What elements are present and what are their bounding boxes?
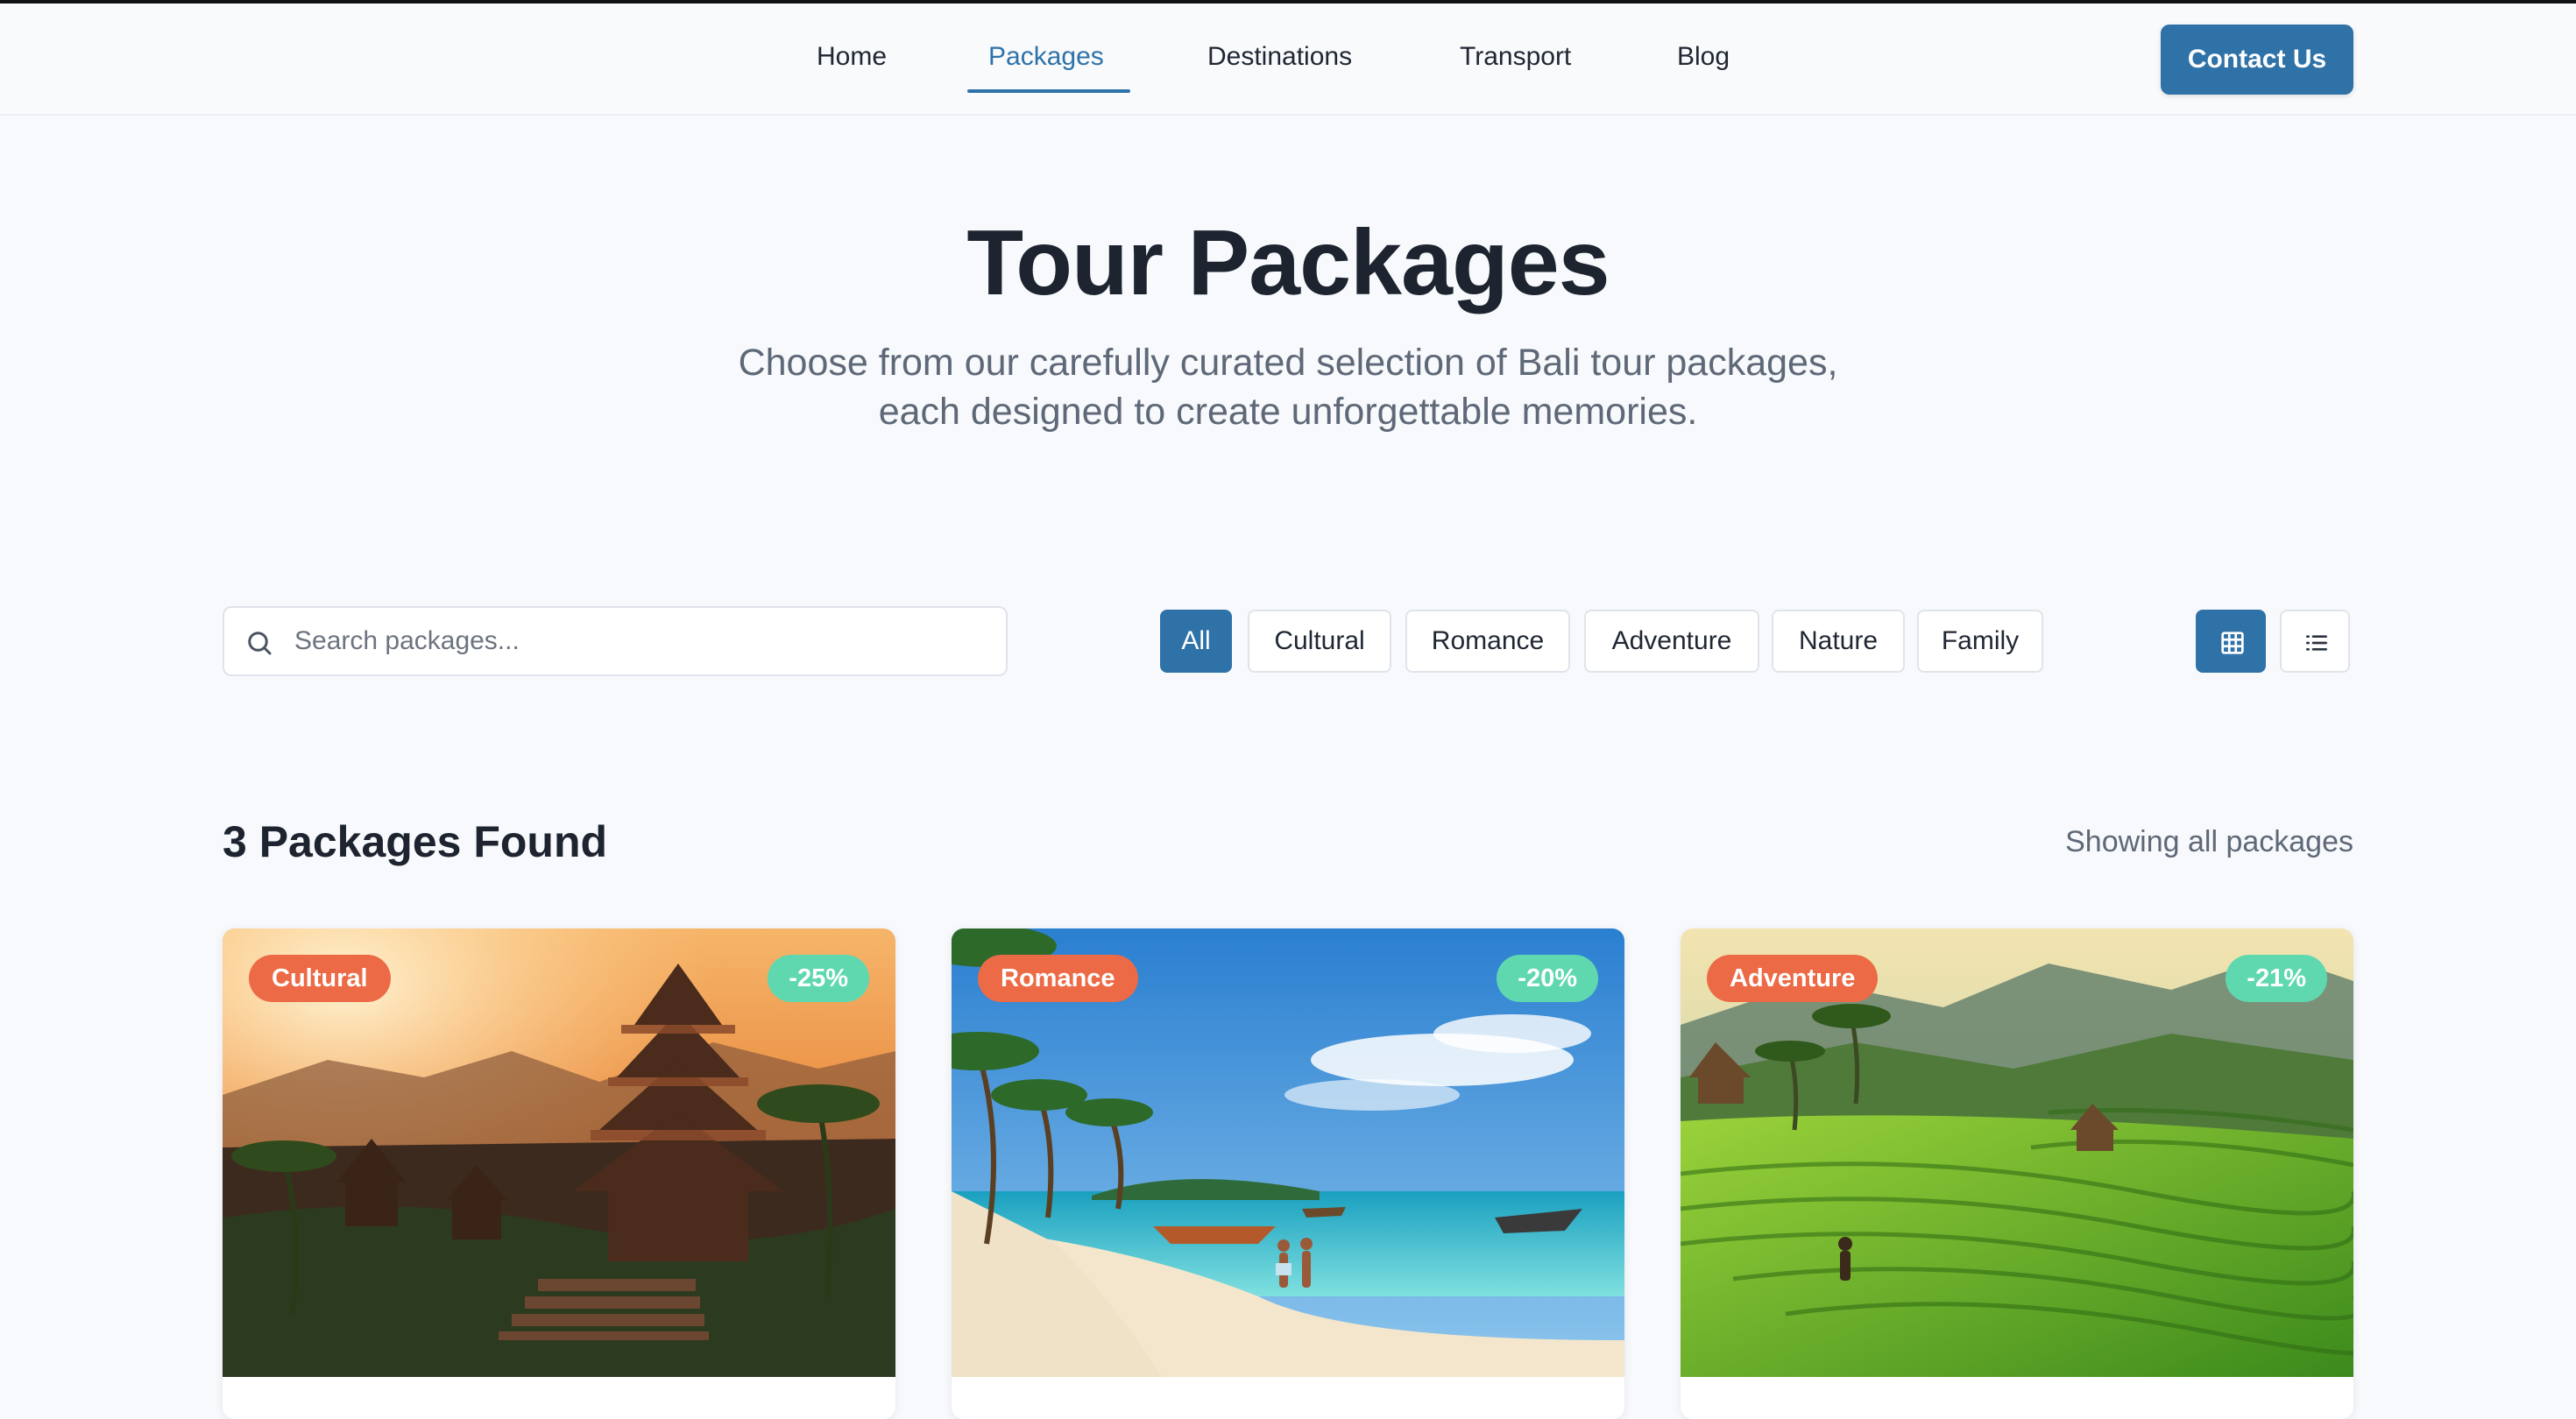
category-badge: Romance — [978, 955, 1138, 1002]
list-view-icon — [2306, 635, 2327, 651]
page-subtitle: Choose from our carefully curated select… — [675, 338, 1901, 436]
package-card-adventure[interactable]: Adventure -21% — [1681, 928, 2353, 1419]
nav-link-destinations[interactable]: Destinations — [1207, 42, 1352, 72]
filter-chip-adventure[interactable]: Adventure — [1584, 610, 1759, 673]
page-title: Tour Packages — [966, 211, 1610, 314]
discount-badge: -20% — [1497, 955, 1598, 1002]
filter-chip-family[interactable]: Family — [1917, 610, 2043, 673]
filter-chip-all[interactable]: All — [1160, 610, 1232, 673]
nav-link-blog[interactable]: Blog — [1677, 42, 1730, 72]
grid-view-icon — [2221, 632, 2244, 654]
filter-chip-nature[interactable]: Nature — [1772, 610, 1905, 673]
nav-link-home[interactable]: Home — [817, 42, 887, 72]
page-subtitle-line-1: Choose from our carefully curated select… — [738, 342, 1838, 384]
discount-badge: -21% — [2226, 955, 2327, 1002]
page-subtitle-line-2: each designed to create unforgettable me… — [878, 391, 1698, 433]
grid-view-button[interactable] — [2196, 610, 2266, 673]
contact-us-button[interactable]: Contact Us — [2161, 25, 2353, 95]
filter-chip-cultural[interactable]: Cultural — [1248, 610, 1391, 673]
category-badge: Cultural — [249, 955, 391, 1002]
results-count-heading: 3 Packages Found — [223, 817, 608, 866]
top-navbar: Home Packages Destinations Transport Blo… — [0, 4, 2576, 116]
search-icon — [248, 632, 272, 655]
package-card-romance[interactable]: Romance -20% — [952, 928, 1624, 1419]
discount-badge: -25% — [768, 955, 869, 1002]
nav-link-packages[interactable]: Packages — [988, 42, 1104, 72]
nav-link-transport[interactable]: Transport — [1460, 42, 1571, 72]
filter-chip-romance[interactable]: Romance — [1405, 610, 1570, 673]
results-status-text: Showing all packages — [2065, 825, 2353, 858]
list-view-button[interactable] — [2280, 610, 2350, 673]
package-card-cultural[interactable]: Cultural -25% — [223, 928, 895, 1419]
search-input[interactable] — [294, 617, 987, 666]
nav-active-indicator — [967, 89, 1130, 93]
search-box[interactable] — [223, 606, 1008, 676]
category-badge: Adventure — [1707, 955, 1879, 1002]
